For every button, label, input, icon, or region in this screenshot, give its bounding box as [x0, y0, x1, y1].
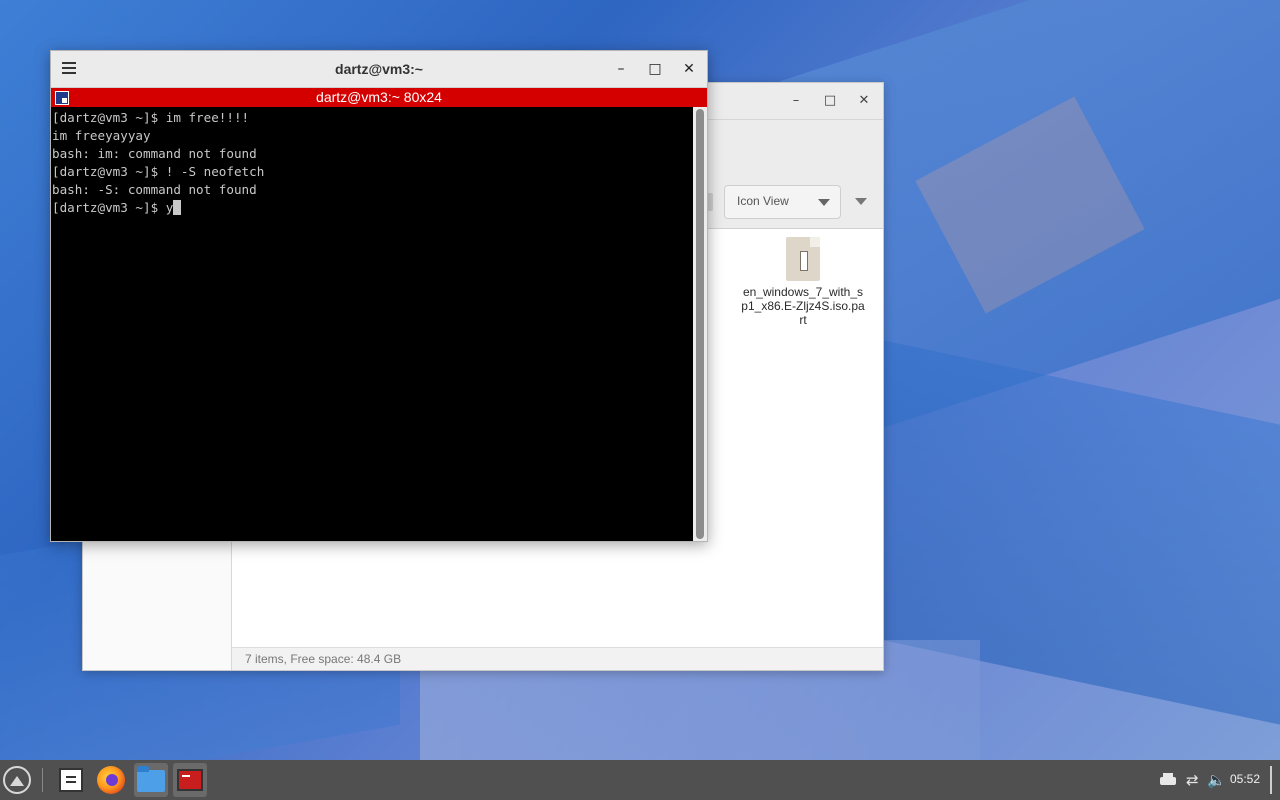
show-desktop-button[interactable]: [1270, 766, 1272, 794]
scrollbar[interactable]: [693, 107, 707, 541]
minimize-button[interactable]: –: [611, 59, 631, 79]
maximize-button[interactable]: □: [820, 91, 840, 111]
view-mode-label: Icon View: [737, 194, 789, 208]
terminal-window[interactable]: dartz@vm3:~ – □ ✕ dartz@vm3:~ 80x24 [dar…: [50, 50, 708, 542]
printer-icon[interactable]: [1159, 772, 1177, 788]
text-cursor: [173, 200, 182, 215]
chevron-down-icon: [818, 199, 830, 206]
window-title: dartz@vm3:~: [335, 61, 423, 77]
taskbar-file-manager[interactable]: [54, 763, 88, 797]
current-input: y: [165, 200, 174, 215]
more-options-icon[interactable]: [855, 198, 867, 205]
terminal-line: [dartz@vm3 ~]$ ! -S neofetch: [52, 164, 265, 179]
taskbar-files[interactable]: [134, 763, 168, 797]
terminal-line: bash: im: command not found: [52, 146, 257, 161]
terminal-banner: dartz@vm3:~ 80x24: [51, 88, 707, 107]
scrollbar-thumb[interactable]: [696, 109, 704, 539]
taskbar-firefox[interactable]: [94, 763, 128, 797]
clock[interactable]: 05:52: [1230, 772, 1260, 786]
terminal-titlebar[interactable]: dartz@vm3:~ – □ ✕: [51, 51, 707, 88]
terminal-menu-icon[interactable]: [55, 91, 69, 105]
prompt: [dartz@vm3 ~]$: [52, 200, 166, 215]
network-icon[interactable]: ⇄: [1186, 772, 1204, 788]
maximize-button[interactable]: □: [645, 59, 665, 79]
minimize-button[interactable]: –: [786, 91, 806, 111]
app-menu-icon[interactable]: [3, 766, 31, 794]
file-name: en_windows_7_with_sp1_x86.E-Zljz4S.iso.p…: [741, 285, 865, 327]
terminal-line: bash: -S: command not found: [52, 182, 257, 197]
taskbar: ⇄ 🔈 05:52: [0, 760, 1280, 800]
terminal-input-line[interactable]: [dartz@vm3 ~]$ y: [52, 199, 693, 217]
folder-icon: [137, 766, 165, 792]
terminal-line: [dartz@vm3 ~]$ im free!!!!: [52, 110, 250, 125]
close-button[interactable]: ✕: [854, 91, 874, 111]
file-item[interactable]: en_windows_7_with_sp1_x86.E-Zljz4S.iso.p…: [740, 237, 866, 327]
banner-text: dartz@vm3:~ 80x24: [316, 89, 442, 105]
file-cabinet-icon: [59, 768, 83, 792]
volume-muted-icon[interactable]: 🔈: [1207, 772, 1226, 788]
taskbar-separator: [42, 768, 43, 792]
taskbar-terminal[interactable]: [173, 763, 207, 797]
archive-file-icon: [786, 237, 820, 281]
firefox-icon: [97, 766, 125, 794]
close-button[interactable]: ✕: [679, 59, 699, 79]
view-mode-select[interactable]: Icon View: [724, 185, 841, 219]
status-bar: 7 items, Free space: 48.4 GB: [232, 647, 883, 670]
terminal-icon: [177, 769, 203, 791]
terminal-line: im freeyayyay: [52, 128, 151, 143]
terminal-output[interactable]: [dartz@vm3 ~]$ im free!!!! im freeyayyay b…: [51, 107, 693, 541]
